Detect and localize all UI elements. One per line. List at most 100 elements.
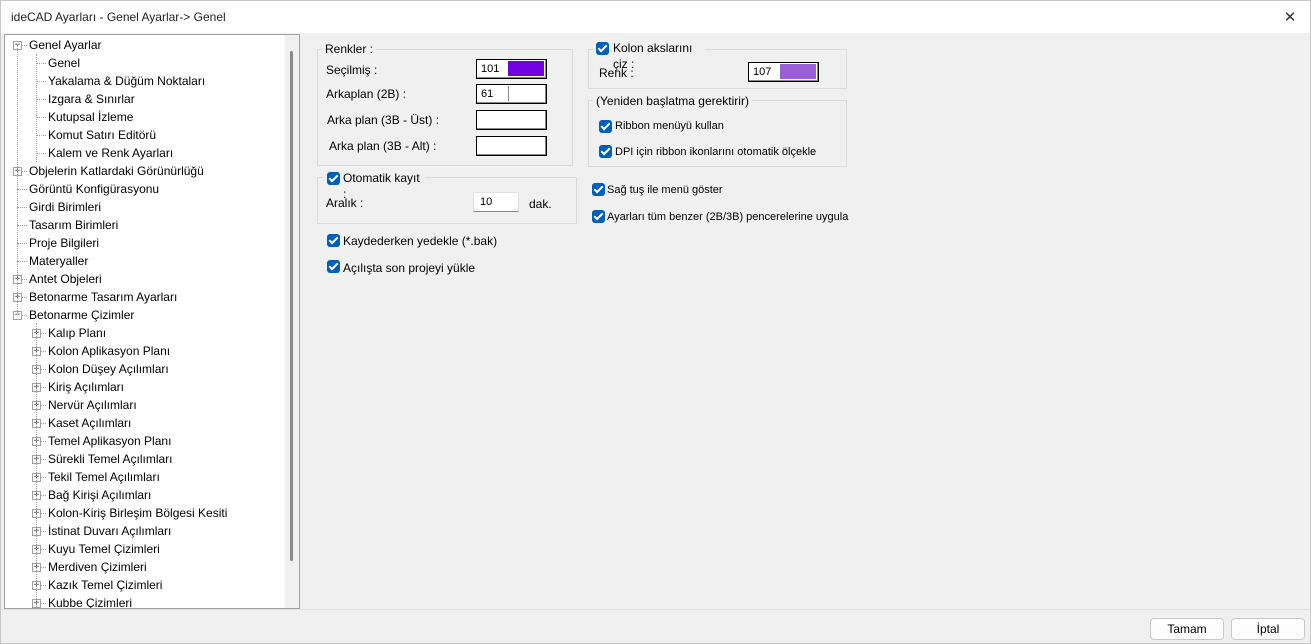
tree-item-label: Genel [48,56,81,70]
kolon-renk-swatch [780,64,816,79]
kolon-renk-color-field[interactable]: 107 [748,62,819,82]
tree-connector [36,63,46,64]
tree-item-label: Antet Objeleri [29,272,102,286]
tree-item[interactable]: Proje Bilgileri [5,234,285,252]
kolon-akslari-header: Kolon akslarını çiz : [593,40,705,71]
arkaplan-3b-ust-color-field[interactable] [476,110,547,130]
tree-item[interactable]: Genel [5,54,285,72]
secilmis-swatch [508,61,544,76]
tree-item[interactable]: + Bağ Kirişi Açılımları [5,486,285,504]
tree-item-label: Genel Ayarlar [29,38,102,52]
tree-item[interactable]: Materyaller [5,252,285,270]
tree-item[interactable]: Komut Satırı Editörü [5,126,285,144]
ayarlari-checkbox[interactable] [592,210,605,223]
tree-item[interactable]: + Kaset Açılımları [5,414,285,432]
tree-item[interactable]: + Tekil Temel Açılımları [5,468,285,486]
tree-item-label: Kalem ve Renk Ayarları [48,146,174,160]
tree-item[interactable]: + İstinat Duvarı Açılımları [5,522,285,540]
aralik-unit: dak. [529,197,552,211]
tree-item[interactable]: + Betonarme Tasarım Ayarları [5,288,285,306]
aralik-input[interactable]: 10 [473,192,519,212]
aralik-label: Aralık : [326,196,364,210]
tree-trunk-line [17,45,18,315]
tree-item[interactable]: Kutupsal İzleme [5,108,285,126]
ok-button[interactable]: Tamam [1150,618,1224,640]
tree-item[interactable]: + Kolon Aplikasyon Planı [5,342,285,360]
tree-item[interactable]: Tasarım Birimleri [5,216,285,234]
tree-item[interactable]: Yakalama & Düğüm Noktaları [5,72,285,90]
tree-branch-line [36,54,37,162]
window-title: ideCAD Ayarları - Genel Ayarlar-> Genel [11,10,226,24]
tree-item[interactable]: + Kolon Düşey Açılımları [5,360,285,378]
kolon-akslari-checkbox[interactable] [596,42,609,55]
ayarlari-label: Ayarları tüm benzer (2B/3B) pencerelerin… [607,211,849,223]
secilmis-label: Seçilmiş : [326,63,378,77]
tree-item[interactable]: − Genel Ayarlar [5,36,285,54]
tree-scrollbar-thumb[interactable] [290,51,293,561]
close-button[interactable]: ✕ [1270,1,1310,33]
title-bar: ideCAD Ayarları - Genel Ayarlar-> Genel … [1,1,1310,33]
settings-tree[interactable]: − Genel Ayarlar Genel Yakalama & Düğüm Nokt… [4,34,300,609]
tree-item[interactable]: + Antet Objeleri [5,270,285,288]
tree-item-label: Proje Bilgileri [29,236,100,250]
tree-item-label: Nervür Açılımları [48,398,137,412]
secilmis-color-field[interactable]: 101 [476,59,547,79]
tree-item[interactable]: + Nervür Açılımları [5,396,285,414]
otomatik-kayit-checkbox[interactable] [327,172,340,185]
tree-item[interactable]: + Kalıp Planı [5,324,285,342]
acilista-checkbox[interactable] [327,260,340,273]
tree-item[interactable]: + Kuyu Temel Çizimleri [5,540,285,558]
tree-item[interactable]: + Temel Aplikasyon Planı [5,432,285,450]
tree-scrollbar[interactable] [285,35,299,608]
sag-tus-checkbox[interactable] [592,183,605,196]
tree-item-label: Komut Satırı Editörü [48,128,157,142]
tree-item-label: Kiriş Açılımları [48,380,125,394]
dpi-checkbox[interactable] [599,145,612,158]
cancel-button[interactable]: İptal [1231,618,1305,640]
sag-tus-label: Sağ tuş ile menü göster [607,184,723,196]
tree-item-label: Kolon Düşey Açılımları [48,362,169,376]
tree-item-label: Sürekli Temel Açılımları [48,452,173,466]
arkaplan-2b-value: 61 [481,88,494,100]
tree-connector [17,243,27,244]
arkaplan-3b-alt-label: Arka plan (3B - Alt) : [329,139,437,153]
tree-connector [36,117,46,118]
arkaplan-3b-alt-color-field[interactable] [476,136,547,156]
dpi-label: DPI için ribbon ikonlarını otomatik ölçe… [615,146,817,158]
tree-item[interactable]: Görüntü Konfigürasyonu [5,180,285,198]
tree-item-label: Bağ Kirişi Açılımları [48,488,152,502]
tree-item[interactable]: + Kubbe Çizimleri [5,594,285,608]
ribbon-label: Ribbon menüyü kullan [615,120,724,132]
tree-connector [17,207,27,208]
tree-item-label: Izgara & Sınırlar [48,92,135,106]
tree-item-label: Temel Aplikasyon Planı [48,434,172,448]
tree-item[interactable]: + Kiriş Açılımları [5,378,285,396]
arkaplan-2b-color-field[interactable]: 61 [476,84,547,104]
close-icon: ✕ [1283,9,1297,26]
acilista-label: Açılışta son projeyi yükle [343,261,476,275]
arkaplan-2b-label: Arkaplan (2B) : [326,87,407,101]
tree-item[interactable]: + Objelerin Katlardaki Görünürlüğü [5,162,285,180]
tree-item-label: Kolon Aplikasyon Planı [48,344,171,358]
tree-item[interactable]: Girdi Birimleri [5,198,285,216]
tree-item[interactable]: + Kazık Temel Çizimleri [5,576,285,594]
tree-item-label: Merdiven Çizimleri [48,560,147,574]
tree-item-label: Kutupsal İzleme [48,110,134,124]
tree-item-label: Girdi Birimleri [29,200,101,214]
kaydederken-checkbox[interactable] [327,234,340,247]
tree-item[interactable]: + Kolon-Kiriş Birleşim Bölgesi Kesiti [5,504,285,522]
kolon-renk-value: 107 [753,66,772,78]
tree-connector [17,225,27,226]
tree-item-label: Kuyu Temel Çizimleri [48,542,160,556]
tree-item-label: Yakalama & Düğüm Noktaları [48,74,206,88]
otomatik-kayit-header: Otomatik kayıt : [323,170,425,201]
tree-item[interactable]: Izgara & Sınırlar [5,90,285,108]
tree-item[interactable]: Kalem ve Renk Ayarları [5,144,285,162]
tree-connector [36,99,46,100]
tree-item[interactable]: + Sürekli Temel Açılımları [5,450,285,468]
tree-branch-line [36,323,37,608]
tree-item[interactable]: − Betonarme Çizimler [5,306,285,324]
tree-item-label: Betonarme Çizimler [29,308,135,322]
ribbon-checkbox[interactable] [599,120,612,133]
tree-item[interactable]: + Merdiven Çizimleri [5,558,285,576]
